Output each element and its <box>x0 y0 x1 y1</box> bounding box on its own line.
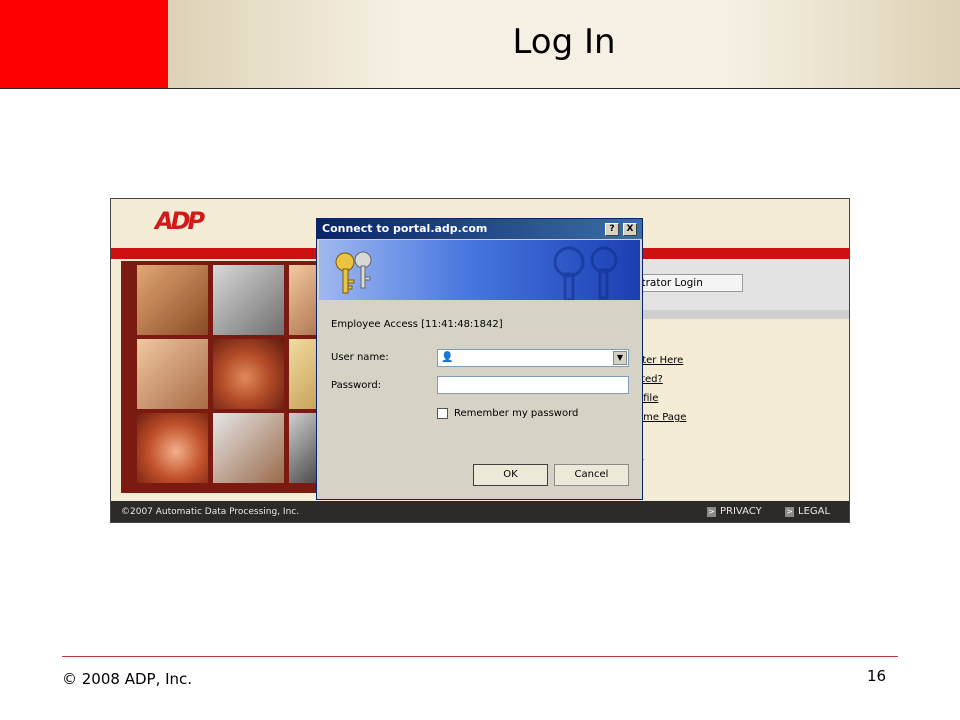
arrow-icon: > <box>785 507 794 517</box>
photo-older-man <box>213 413 284 483</box>
privacy-link[interactable]: > PRIVACY <box>707 506 762 517</box>
photo-man <box>137 265 208 335</box>
legal-link[interactable]: > LEGAL <box>785 506 830 517</box>
keys-icon <box>335 246 618 300</box>
photo-abstract <box>137 413 208 483</box>
portal-footer: ©2007 Automatic Data Processing, Inc. > P… <box>111 501 849 522</box>
photo-family <box>137 339 208 409</box>
help-button[interactable]: ? <box>605 223 619 236</box>
privacy-label: PRIVACY <box>720 506 762 517</box>
photo-partial-1 <box>289 265 318 335</box>
portal-link-register[interactable]: ster Here <box>637 355 683 366</box>
legal-label: LEGAL <box>798 506 831 517</box>
user-icon: 👤 <box>441 352 454 363</box>
adp-logo: ADP <box>155 207 205 235</box>
cancel-button[interactable]: Cancel <box>554 464 629 486</box>
close-button[interactable]: X <box>623 223 637 236</box>
photo-partial-2 <box>289 339 318 409</box>
remember-password-checkbox[interactable] <box>437 408 448 419</box>
login-dialog: Connect to portal.adp.com ? X Employee A… <box>316 218 643 500</box>
realm-text: Employee Access [11:41:48:1842] <box>331 319 503 330</box>
photo-globe <box>213 339 284 409</box>
dropdown-arrow-icon[interactable]: ▼ <box>613 351 627 365</box>
header-divider <box>0 88 960 89</box>
page-number: 16 <box>867 667 887 685</box>
remember-password-label[interactable]: Remember my password <box>454 408 578 419</box>
header-red-block <box>0 0 168 88</box>
footer-copyright: © 2008 ADP, Inc. <box>62 670 193 688</box>
username-combobox[interactable]: 👤 ▼ <box>437 349 629 367</box>
photo-collage <box>121 261 318 493</box>
administrator-login-button[interactable]: strator Login <box>631 274 743 292</box>
password-field[interactable] <box>437 376 629 394</box>
arrow-icon: > <box>707 507 716 517</box>
footer-divider <box>62 656 898 657</box>
portal-copyright: ©2007 Automatic Data Processing, Inc. <box>121 507 300 517</box>
slide-title: Log In <box>512 22 616 62</box>
dialog-banner <box>319 240 640 300</box>
portal-link-home-page[interactable]: ome Page <box>637 412 686 423</box>
ok-button[interactable]: OK <box>473 464 548 486</box>
username-label: User name: <box>331 352 389 363</box>
dialog-title: Connect to portal.adp.com <box>317 219 642 239</box>
portal-panel-divider <box>641 310 849 319</box>
photo-partial-3 <box>289 413 318 483</box>
password-label: Password: <box>331 380 382 391</box>
photo-woman-laptop <box>213 265 284 335</box>
